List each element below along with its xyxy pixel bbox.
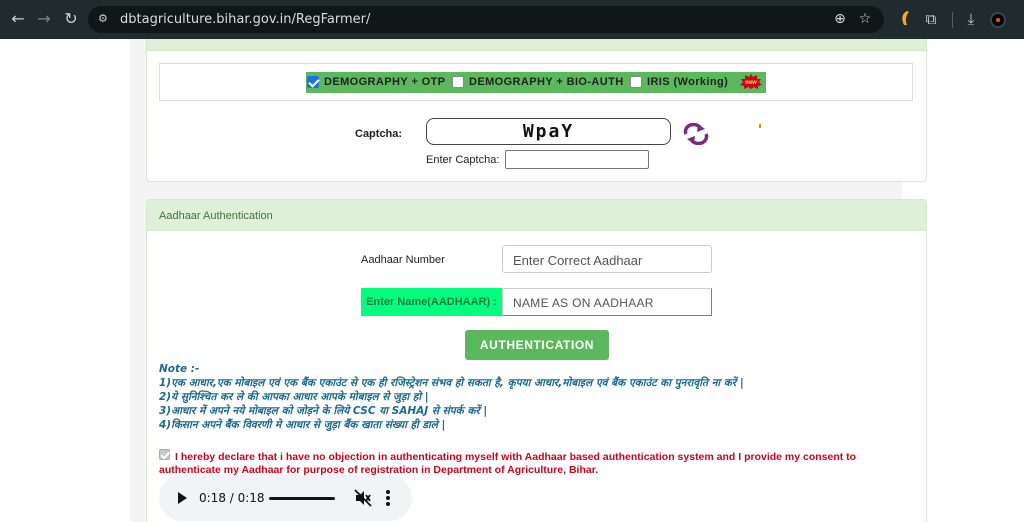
auth-options-strip: DEMOGRAPHY + OTP DEMOGRAPHY + BIO-AUTH I…	[306, 72, 766, 93]
name-label-box: Enter Name(AADHAAR) :	[361, 288, 502, 316]
toolbar-divider	[952, 12, 953, 28]
option-label-iris: IRIS (Working)	[647, 76, 729, 88]
play-icon[interactable]	[178, 492, 187, 504]
new-badge-text: new	[745, 80, 757, 86]
forward-icon[interactable]: →	[35, 10, 53, 28]
note-line-2: 2)ये सुनिश्चित कर ले की आपका आधार आपके म…	[159, 391, 429, 403]
bookmark-star-icon[interactable]: ☆	[857, 11, 873, 27]
auth-options-box: DEMOGRAPHY + OTP DEMOGRAPHY + BIO-AUTH I…	[159, 63, 913, 101]
captcha-image: WpaY	[426, 118, 671, 145]
authentication-button[interactable]: AUTHENTICATION	[465, 330, 609, 360]
enter-captcha-label: Enter Captcha:	[426, 154, 500, 166]
name-placeholder: NAME AS ON AADHAAR	[513, 296, 654, 310]
audio-player[interactable]: 0:18 / 0:18	[159, 475, 412, 521]
panel-header	[147, 39, 926, 51]
reload-icon[interactable]: ↻	[62, 10, 80, 28]
download-icon[interactable]: ⤓	[962, 10, 980, 28]
extensions-icon[interactable]: ⧉	[922, 10, 940, 28]
note-line-1: 1)एक आधार,एक मोबाइल एवं एक बैंक एकाउंट स…	[159, 377, 744, 389]
auth-type-panel: DEMOGRAPHY + OTP DEMOGRAPHY + BIO-AUTH I…	[146, 39, 927, 182]
panel-header: Aadhaar Authentication	[147, 200, 926, 231]
aadhaar-auth-panel: Aadhaar Authentication Aadhaar Number En…	[146, 199, 927, 522]
checkbox-demography-otp[interactable]	[307, 76, 319, 88]
note-line-3: 3)आधार में अपने नये मोबाइल को जोड़ने के …	[159, 405, 488, 417]
aadhaar-placeholder: Enter Correct Aadhaar	[513, 253, 643, 268]
url-text[interactable]: dbtagriculture.bihar.gov.in/RegFarmer/	[120, 12, 370, 27]
captcha-label: Captcha:	[355, 128, 403, 140]
option-label-demography-otp: DEMOGRAPHY + OTP	[324, 76, 446, 88]
loading-indicator	[759, 124, 761, 128]
page-content: DEMOGRAPHY + OTP DEMOGRAPHY + BIO-AUTH I…	[0, 39, 1024, 522]
panel-title: Aadhaar Authentication	[159, 210, 273, 222]
captcha-input[interactable]	[505, 150, 649, 169]
extension-icon[interactable]	[896, 10, 914, 28]
name-label: Enter Name(AADHAAR) :	[366, 296, 497, 308]
note-block: Note :- 1)एक आधार,एक मोबाइल एवं एक बैंक …	[159, 362, 744, 432]
back-icon[interactable]: ←	[9, 10, 27, 28]
declaration-text: I hereby declare that i have no objectio…	[159, 451, 857, 476]
checkbox-demography-bio-auth[interactable]	[452, 76, 464, 88]
aadhaar-number-label: Aadhaar Number	[361, 254, 445, 266]
mute-icon[interactable]	[354, 489, 372, 507]
aadhaar-number-input[interactable]: Enter Correct Aadhaar	[502, 245, 712, 273]
audio-time: 0:18 / 0:18	[199, 491, 265, 505]
browser-toolbar: ← → ↻ ⚙ dbtagriculture.bihar.gov.in/RegF…	[0, 0, 1024, 39]
more-options-icon[interactable]	[385, 489, 391, 507]
new-badge-icon: new	[740, 74, 762, 89]
address-bar[interactable]: ⚙ dbtagriculture.bihar.gov.in/RegFarmer/…	[88, 6, 884, 33]
refresh-captcha-icon[interactable]	[683, 123, 709, 145]
note-line-4: 4)किसान अपने बैंक विवरणी मे आधार से जुड़…	[159, 419, 446, 431]
site-info-icon[interactable]: ⚙	[98, 12, 112, 26]
option-label-demography-bio-auth: DEMOGRAPHY + BIO-AUTH	[469, 76, 624, 88]
profile-avatar[interactable]	[990, 12, 1006, 28]
zoom-icon[interactable]: ⊕	[832, 11, 848, 27]
checkbox-iris[interactable]	[630, 76, 642, 88]
note-heading: Note :-	[159, 363, 200, 375]
audio-progress-bar[interactable]	[269, 497, 335, 500]
name-input[interactable]: NAME AS ON AADHAAR	[502, 288, 712, 316]
